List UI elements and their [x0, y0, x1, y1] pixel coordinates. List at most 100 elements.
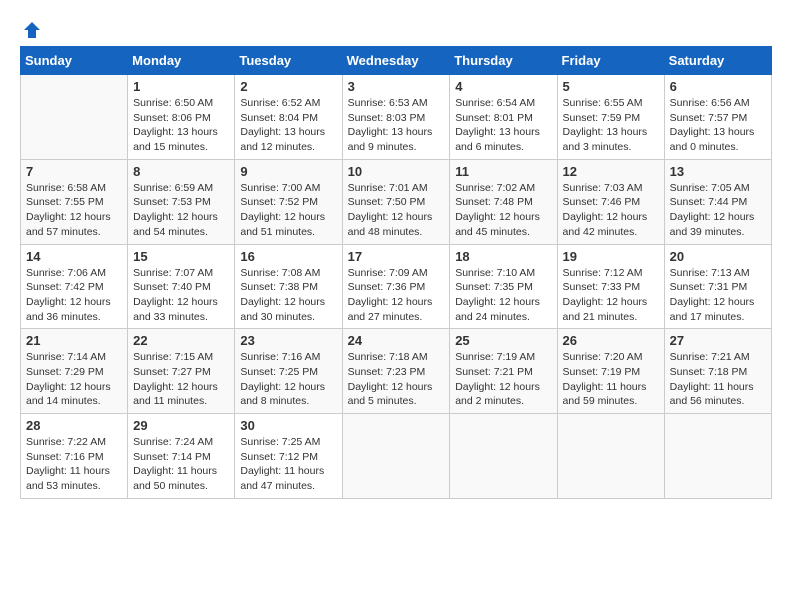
day-number: 14 [26, 249, 122, 264]
day-info: Sunrise: 7:24 AM Sunset: 7:14 PM Dayligh… [133, 435, 229, 494]
weekday-header: Tuesday [235, 47, 342, 75]
day-number: 18 [455, 249, 551, 264]
day-number: 3 [348, 79, 445, 94]
day-info: Sunrise: 6:56 AM Sunset: 7:57 PM Dayligh… [670, 96, 766, 155]
day-info: Sunrise: 7:02 AM Sunset: 7:48 PM Dayligh… [455, 181, 551, 240]
day-number: 7 [26, 164, 122, 179]
day-number: 26 [563, 333, 659, 348]
day-number: 21 [26, 333, 122, 348]
day-number: 11 [455, 164, 551, 179]
day-number: 17 [348, 249, 445, 264]
calendar-cell [21, 75, 128, 160]
calendar-cell: 21 Sunrise: 7:14 AM Sunset: 7:29 PM Dayli… [21, 329, 128, 414]
day-info: Sunrise: 7:10 AM Sunset: 7:35 PM Dayligh… [455, 266, 551, 325]
calendar-cell: 23 Sunrise: 7:16 AM Sunset: 7:25 PM Dayli… [235, 329, 342, 414]
calendar-cell: 10 Sunrise: 7:01 AM Sunset: 7:50 PM Dayli… [342, 159, 450, 244]
day-info: Sunrise: 6:55 AM Sunset: 7:59 PM Dayligh… [563, 96, 659, 155]
weekday-header: Wednesday [342, 47, 450, 75]
day-info: Sunrise: 7:13 AM Sunset: 7:31 PM Dayligh… [670, 266, 766, 325]
day-info: Sunrise: 7:03 AM Sunset: 7:46 PM Dayligh… [563, 181, 659, 240]
calendar-week-row: 7 Sunrise: 6:58 AM Sunset: 7:55 PM Daylig… [21, 159, 772, 244]
calendar-cell: 29 Sunrise: 7:24 AM Sunset: 7:14 PM Dayli… [128, 414, 235, 499]
calendar-cell: 13 Sunrise: 7:05 AM Sunset: 7:44 PM Dayli… [664, 159, 771, 244]
calendar-cell [450, 414, 557, 499]
calendar-cell: 14 Sunrise: 7:06 AM Sunset: 7:42 PM Dayli… [21, 244, 128, 329]
calendar-cell: 26 Sunrise: 7:20 AM Sunset: 7:19 PM Dayli… [557, 329, 664, 414]
day-number: 12 [563, 164, 659, 179]
day-info: Sunrise: 7:07 AM Sunset: 7:40 PM Dayligh… [133, 266, 229, 325]
calendar-cell: 11 Sunrise: 7:02 AM Sunset: 7:48 PM Dayli… [450, 159, 557, 244]
calendar-cell: 17 Sunrise: 7:09 AM Sunset: 7:36 PM Dayli… [342, 244, 450, 329]
day-info: Sunrise: 7:15 AM Sunset: 7:27 PM Dayligh… [133, 350, 229, 409]
calendar-cell [557, 414, 664, 499]
calendar-cell: 25 Sunrise: 7:19 AM Sunset: 7:21 PM Dayli… [450, 329, 557, 414]
day-number: 29 [133, 418, 229, 433]
calendar-week-row: 1Sunrise: 6:50 AM Sunset: 8:06 PM Daylig… [21, 75, 772, 160]
calendar-cell: 2Sunrise: 6:52 AM Sunset: 8:04 PM Daylig… [235, 75, 342, 160]
calendar-cell [664, 414, 771, 499]
day-info: Sunrise: 7:08 AM Sunset: 7:38 PM Dayligh… [240, 266, 336, 325]
day-number: 8 [133, 164, 229, 179]
day-number: 9 [240, 164, 336, 179]
calendar-cell: 4 Sunrise: 6:54 AM Sunset: 8:01 PM Daylig… [450, 75, 557, 160]
calendar-cell: 15 Sunrise: 7:07 AM Sunset: 7:40 PM Dayli… [128, 244, 235, 329]
day-info: Sunrise: 7:25 AM Sunset: 7:12 PM Dayligh… [240, 435, 336, 494]
day-number: 16 [240, 249, 336, 264]
day-info: Sunrise: 7:22 AM Sunset: 7:16 PM Dayligh… [26, 435, 122, 494]
weekday-header-row: SundayMondayTuesdayWednesdayThursdayFrid… [21, 47, 772, 75]
day-number: 24 [348, 333, 445, 348]
weekday-header: Thursday [450, 47, 557, 75]
day-info: Sunrise: 6:54 AM Sunset: 8:01 PM Dayligh… [455, 96, 551, 155]
calendar-cell: 27 Sunrise: 7:21 AM Sunset: 7:18 PM Dayli… [664, 329, 771, 414]
day-number: 22 [133, 333, 229, 348]
day-number: 13 [670, 164, 766, 179]
calendar-cell: 3Sunrise: 6:53 AM Sunset: 8:03 PM Daylig… [342, 75, 450, 160]
day-number: 23 [240, 333, 336, 348]
day-info: Sunrise: 7:12 AM Sunset: 7:33 PM Dayligh… [563, 266, 659, 325]
weekday-header: Monday [128, 47, 235, 75]
day-number: 30 [240, 418, 336, 433]
day-info: Sunrise: 7:00 AM Sunset: 7:52 PM Dayligh… [240, 181, 336, 240]
calendar-cell: 1Sunrise: 6:50 AM Sunset: 8:06 PM Daylig… [128, 75, 235, 160]
day-info: Sunrise: 7:09 AM Sunset: 7:36 PM Dayligh… [348, 266, 445, 325]
calendar-cell: 30 Sunrise: 7:25 AM Sunset: 7:12 PM Dayli… [235, 414, 342, 499]
day-number: 19 [563, 249, 659, 264]
day-info: Sunrise: 7:14 AM Sunset: 7:29 PM Dayligh… [26, 350, 122, 409]
day-info: Sunrise: 7:18 AM Sunset: 7:23 PM Dayligh… [348, 350, 445, 409]
calendar-cell: 19 Sunrise: 7:12 AM Sunset: 7:33 PM Dayli… [557, 244, 664, 329]
calendar-cell: 5 Sunrise: 6:55 AM Sunset: 7:59 PM Daylig… [557, 75, 664, 160]
calendar-week-row: 21 Sunrise: 7:14 AM Sunset: 7:29 PM Dayli… [21, 329, 772, 414]
day-number: 1 [133, 79, 229, 94]
day-number: 5 [563, 79, 659, 94]
day-info: Sunrise: 7:06 AM Sunset: 7:42 PM Dayligh… [26, 266, 122, 325]
weekday-header: Saturday [664, 47, 771, 75]
day-info: Sunrise: 7:05 AM Sunset: 7:44 PM Dayligh… [670, 181, 766, 240]
logo [20, 20, 42, 36]
calendar-cell: 9 Sunrise: 7:00 AM Sunset: 7:52 PM Daylig… [235, 159, 342, 244]
calendar-cell [342, 414, 450, 499]
calendar-cell: 24 Sunrise: 7:18 AM Sunset: 7:23 PM Dayli… [342, 329, 450, 414]
day-info: Sunrise: 7:20 AM Sunset: 7:19 PM Dayligh… [563, 350, 659, 409]
calendar-cell: 12 Sunrise: 7:03 AM Sunset: 7:46 PM Dayli… [557, 159, 664, 244]
page-header [20, 20, 772, 36]
calendar-week-row: 28 Sunrise: 7:22 AM Sunset: 7:16 PM Dayli… [21, 414, 772, 499]
calendar-cell: 16 Sunrise: 7:08 AM Sunset: 7:38 PM Dayli… [235, 244, 342, 329]
day-info: Sunrise: 6:52 AM Sunset: 8:04 PM Dayligh… [240, 96, 336, 155]
day-number: 27 [670, 333, 766, 348]
day-number: 6 [670, 79, 766, 94]
day-number: 10 [348, 164, 445, 179]
calendar-cell: 7 Sunrise: 6:58 AM Sunset: 7:55 PM Daylig… [21, 159, 128, 244]
day-info: Sunrise: 7:16 AM Sunset: 7:25 PM Dayligh… [240, 350, 336, 409]
day-info: Sunrise: 7:19 AM Sunset: 7:21 PM Dayligh… [455, 350, 551, 409]
day-info: Sunrise: 6:58 AM Sunset: 7:55 PM Dayligh… [26, 181, 122, 240]
weekday-header: Sunday [21, 47, 128, 75]
day-info: Sunrise: 7:21 AM Sunset: 7:18 PM Dayligh… [670, 350, 766, 409]
calendar-cell: 22 Sunrise: 7:15 AM Sunset: 7:27 PM Dayli… [128, 329, 235, 414]
day-number: 25 [455, 333, 551, 348]
day-info: Sunrise: 7:01 AM Sunset: 7:50 PM Dayligh… [348, 181, 445, 240]
day-number: 4 [455, 79, 551, 94]
day-number: 20 [670, 249, 766, 264]
day-number: 28 [26, 418, 122, 433]
calendar-cell: 18 Sunrise: 7:10 AM Sunset: 7:35 PM Dayli… [450, 244, 557, 329]
day-number: 15 [133, 249, 229, 264]
